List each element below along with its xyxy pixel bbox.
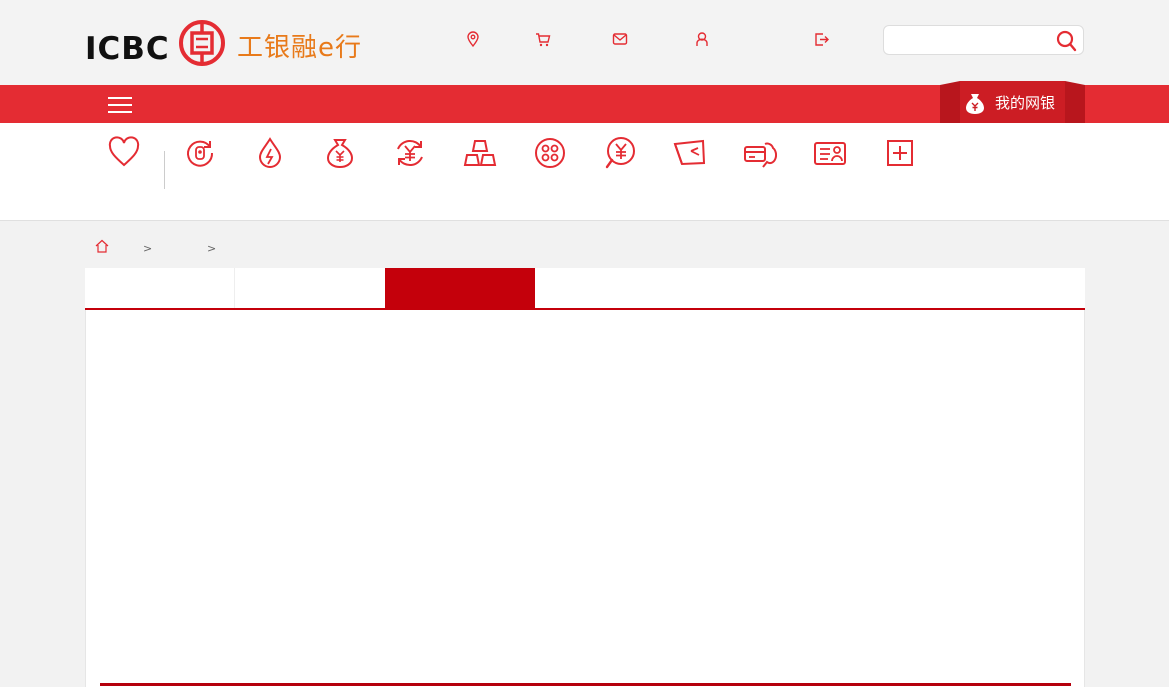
- my-online-bank-button[interactable]: 我的网银: [940, 81, 1085, 127]
- search-icon[interactable]: [1054, 29, 1078, 53]
- location-pin-icon[interactable]: [464, 30, 482, 48]
- breadcrumb-separator: >: [143, 242, 153, 255]
- content-bottom-rule: [100, 683, 1071, 686]
- breadcrumb-separator: >: [207, 242, 217, 255]
- home-icon[interactable]: [94, 238, 110, 254]
- quick-service-bar: [0, 123, 1169, 221]
- logo-chinese-name: 工银融e行: [237, 33, 362, 63]
- money-bag-icon[interactable]: [323, 136, 357, 170]
- exchange-icon[interactable]: [393, 136, 427, 170]
- user-icon[interactable]: [693, 30, 711, 48]
- add-more-icon[interactable]: [883, 136, 917, 170]
- id-card-icon[interactable]: [813, 136, 847, 170]
- favorites-heart-icon[interactable]: [107, 136, 141, 170]
- main-nav-bar: 我的网银: [0, 81, 1169, 127]
- logout-icon[interactable]: [812, 30, 830, 48]
- icbc-logo[interactable]: ICBC 工银融e行: [85, 17, 390, 67]
- hamburger-menu-icon[interactable]: [108, 95, 132, 115]
- content-panel: [85, 310, 1085, 687]
- utilities-icon[interactable]: [253, 136, 287, 170]
- ticket-icon[interactable]: [673, 136, 707, 170]
- deposit-icon[interactable]: [183, 136, 217, 170]
- tab-3-active[interactable]: [385, 268, 535, 308]
- mail-icon[interactable]: [611, 30, 629, 48]
- search-input[interactable]: [892, 30, 1052, 50]
- logo-text: ICBC: [85, 31, 170, 67]
- quickbar-divider: [164, 151, 165, 189]
- investment-dots-icon[interactable]: [533, 136, 567, 170]
- tab-bar: [85, 268, 1085, 310]
- search-box: [883, 25, 1084, 55]
- gold-bars-icon[interactable]: [463, 136, 497, 170]
- cart-icon[interactable]: [534, 30, 552, 48]
- yuan-search-icon[interactable]: [603, 136, 637, 170]
- top-header: ICBC 工银融e行: [0, 0, 1169, 85]
- icbc-seal-icon: [179, 20, 225, 66]
- tab-1[interactable]: [85, 268, 235, 308]
- my-bank-label: 我的网银: [995, 94, 1056, 112]
- money-bag-icon: [966, 94, 984, 114]
- credit-card-icon[interactable]: [743, 136, 777, 170]
- tab-2[interactable]: [235, 268, 385, 308]
